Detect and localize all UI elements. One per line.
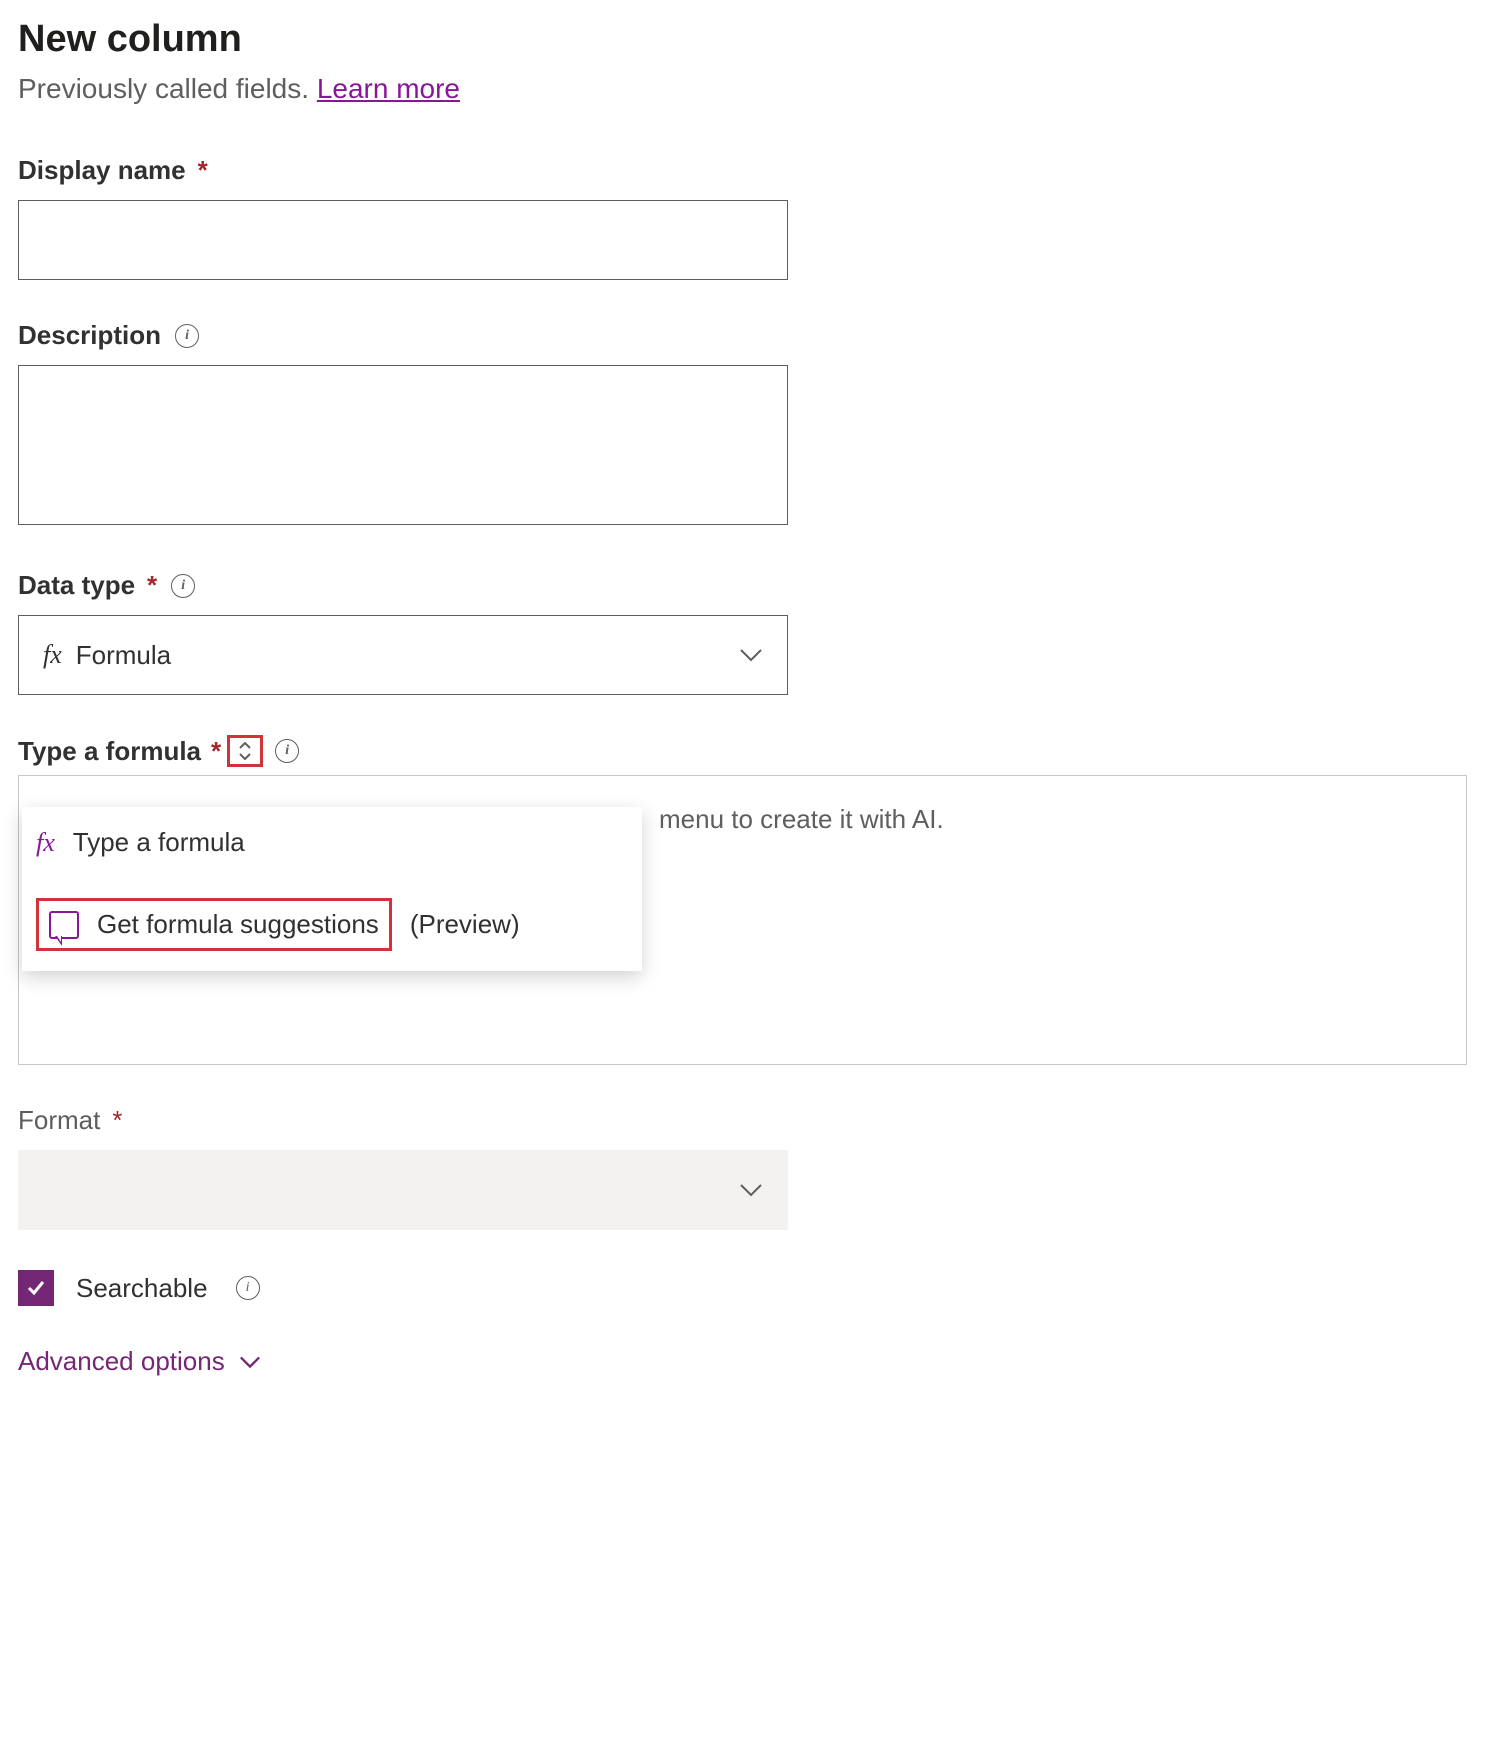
required-asterisk: *: [112, 1105, 122, 1136]
description-label: Description i: [18, 320, 1467, 351]
menu-item-label: Type a formula: [73, 827, 245, 858]
format-select[interactable]: [18, 1150, 788, 1230]
advanced-options-label: Advanced options: [18, 1346, 225, 1377]
fx-icon: fx: [43, 640, 62, 670]
format-label: Format *: [18, 1105, 1467, 1136]
panel-subtitle: Previously called fields. Learn more: [18, 73, 1467, 105]
preview-badge: (Preview): [410, 909, 520, 940]
description-label-text: Description: [18, 320, 161, 351]
chevron-down-icon: [239, 1355, 261, 1369]
get-suggestions-highlight: Get formula suggestions: [36, 898, 392, 951]
required-asterisk: *: [147, 570, 157, 601]
advanced-options-toggle[interactable]: Advanced options: [18, 1346, 1467, 1377]
up-down-chevron-icon: [238, 742, 252, 760]
menu-item-type-formula[interactable]: fx Type a formula: [22, 807, 642, 878]
chat-icon: [49, 911, 79, 939]
display-name-label-text: Display name: [18, 155, 186, 186]
info-icon[interactable]: i: [236, 1276, 260, 1300]
chevron-down-icon: [739, 648, 763, 662]
format-label-text: Format: [18, 1105, 100, 1136]
info-icon[interactable]: i: [275, 739, 299, 763]
formula-mode-toggle[interactable]: [227, 735, 263, 767]
menu-item-label: Get formula suggestions: [97, 909, 379, 940]
searchable-label: Searchable: [76, 1273, 208, 1304]
description-input[interactable]: [18, 365, 788, 525]
data-type-select[interactable]: fx Formula: [18, 615, 788, 695]
data-type-label-text: Data type: [18, 570, 135, 601]
searchable-checkbox[interactable]: [18, 1270, 54, 1306]
formula-dropdown-menu: fx Type a formula Get formula suggestion…: [22, 807, 642, 971]
learn-more-link[interactable]: Learn more: [317, 73, 460, 104]
checkmark-icon: [25, 1277, 47, 1299]
info-icon[interactable]: i: [175, 324, 199, 348]
menu-item-get-suggestions[interactable]: Get formula suggestions (Preview): [22, 878, 642, 971]
display-name-input[interactable]: [18, 200, 788, 280]
panel-title: New column: [18, 18, 1467, 61]
required-asterisk: *: [198, 155, 208, 186]
data-type-value: Formula: [76, 640, 171, 671]
subtitle-text: Previously called fields.: [18, 73, 317, 104]
data-type-label: Data type * i: [18, 570, 1467, 601]
formula-placeholder-text: menu to create it with AI.: [659, 804, 944, 835]
formula-label-text: Type a formula: [18, 736, 201, 767]
required-asterisk: *: [211, 736, 221, 767]
info-icon[interactable]: i: [171, 574, 195, 598]
display-name-label: Display name *: [18, 155, 1467, 186]
fx-icon: fx: [36, 828, 55, 858]
chevron-down-icon: [739, 1183, 763, 1197]
formula-label: Type a formula * i: [18, 735, 1467, 767]
